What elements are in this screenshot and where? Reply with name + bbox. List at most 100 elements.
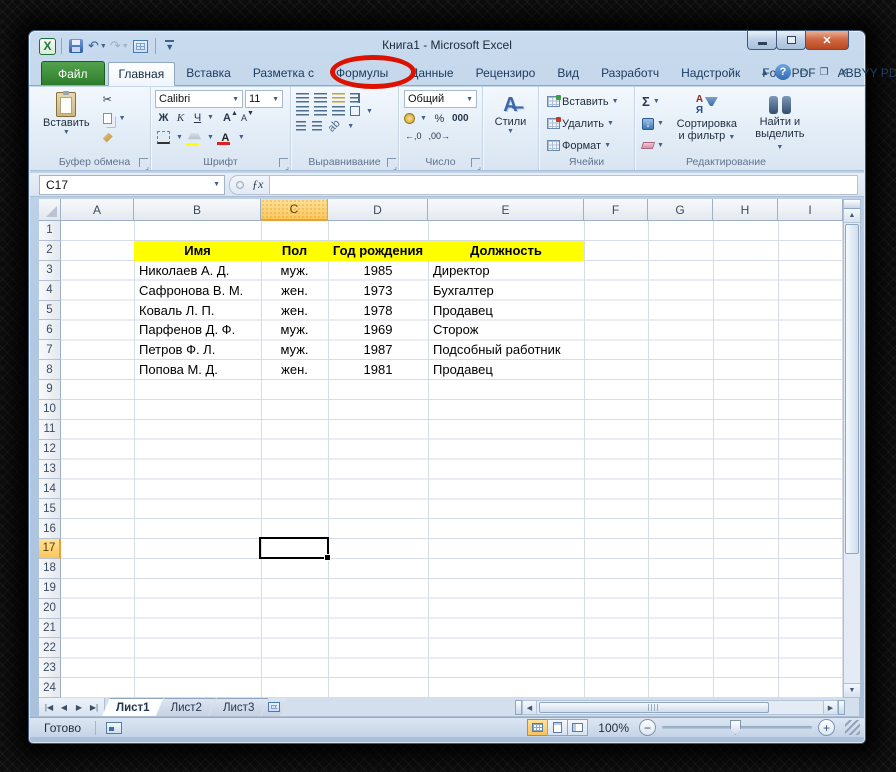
- percent-button[interactable]: %: [431, 110, 448, 127]
- italic-button[interactable]: К: [172, 109, 189, 126]
- decrease-indent-icon[interactable]: [296, 121, 306, 131]
- number-format-combo[interactable]: Общий ▼: [404, 90, 477, 108]
- styles-button[interactable]: A̶ Стили ▼: [483, 92, 538, 137]
- minimize-button[interactable]: [747, 31, 777, 50]
- scroll-right-icon[interactable]: ▶: [823, 700, 838, 715]
- row-header-cell[interactable]: 20: [39, 598, 61, 619]
- formula-bar-handle[interactable]: [236, 180, 244, 189]
- thousands-button[interactable]: 000: [452, 113, 469, 124]
- increase-indent-icon[interactable]: [312, 121, 322, 131]
- cell-name[interactable]: Парфенов Д. Ф.: [134, 320, 261, 340]
- close-button[interactable]: ✕: [805, 31, 849, 50]
- horizontal-scrollbar[interactable]: ◀ ▶: [515, 700, 845, 715]
- row-header-cell[interactable]: 6: [39, 320, 61, 341]
- cell-position[interactable]: Продавец: [428, 360, 584, 380]
- align-top-icon[interactable]: [296, 93, 309, 103]
- row-header-cell[interactable]: 3: [39, 260, 61, 281]
- column-header-cell[interactable]: E: [428, 199, 584, 221]
- help-icon[interactable]: ?: [775, 64, 791, 80]
- number-dialog-launcher[interactable]: [471, 158, 481, 171]
- ribbon-tab[interactable]: Рецензиро: [465, 61, 547, 85]
- sheet-tab[interactable]: Лист3: [209, 698, 268, 716]
- align-left-icon[interactable]: [296, 106, 309, 116]
- vertical-scroll-thumb[interactable]: [845, 224, 859, 554]
- column-header-cell[interactable]: F: [584, 199, 648, 221]
- align-center-icon[interactable]: [314, 106, 327, 116]
- row-header-cell[interactable]: 17: [39, 539, 61, 559]
- orientation-icon[interactable]: ab: [326, 117, 343, 134]
- name-box-caret[interactable]: ▼: [213, 181, 220, 188]
- ribbon-tab[interactable]: Формулы: [325, 61, 399, 85]
- minimize-ribbon-icon[interactable]: ▲: [760, 67, 769, 77]
- grow-font-button[interactable]: А ▲: [222, 109, 239, 126]
- row-header-cell[interactable]: 2: [39, 240, 61, 261]
- row-header-cell[interactable]: 22: [39, 638, 61, 659]
- table-header-cell[interactable]: Имя: [134, 241, 261, 261]
- cell-name[interactable]: Сафронова В. М.: [134, 281, 261, 301]
- cell-birth-year[interactable]: 1978: [328, 301, 428, 321]
- ribbon-tab[interactable]: Данные: [399, 61, 464, 85]
- first-sheet-icon[interactable]: |◀: [42, 703, 56, 712]
- ribbon-tab[interactable]: Вставка: [175, 61, 242, 85]
- font-color-button[interactable]: А: [216, 129, 234, 146]
- workbook-close-icon[interactable]: ✕: [837, 67, 851, 78]
- cell-name[interactable]: Николаев А. Д.: [134, 261, 261, 281]
- cell-birth-year[interactable]: 1987: [328, 340, 428, 360]
- select-all-corner[interactable]: [39, 199, 61, 221]
- cell-birth-year[interactable]: 1973: [328, 281, 428, 301]
- align-middle-icon[interactable]: [314, 93, 327, 103]
- workbook-minimize-icon[interactable]: ▭: [797, 67, 811, 78]
- cell-position[interactable]: Бухгалтер: [428, 281, 584, 301]
- cell-gender[interactable]: муж.: [261, 340, 328, 360]
- cut-button[interactable]: ✂: [100, 90, 129, 109]
- column-header-cell[interactable]: B: [134, 199, 261, 221]
- row-header-cell[interactable]: 21: [39, 618, 61, 639]
- column-header-cell[interactable]: H: [713, 199, 778, 221]
- row-header-cell[interactable]: 14: [39, 479, 61, 500]
- cell-birth-year[interactable]: 1981: [328, 360, 428, 380]
- vertical-split-handle[interactable]: [844, 200, 860, 209]
- ribbon-tab[interactable]: Надстройк: [670, 61, 751, 85]
- selected-cell-C17[interactable]: [259, 537, 331, 561]
- cells-area[interactable]: Имя Пол Год рождения Должность Николаев А. …: [61, 221, 843, 698]
- paste-dropdown-caret[interactable]: ▼: [63, 129, 70, 136]
- resize-grip[interactable]: [845, 720, 860, 735]
- wrap-text-icon[interactable]: [350, 93, 360, 103]
- find-select-button[interactable]: Найти и выделить ▼: [747, 92, 813, 156]
- cell-gender[interactable]: муж.: [261, 261, 328, 281]
- fill-button[interactable]: ↓ ▼: [639, 114, 667, 133]
- merge-caret[interactable]: ▼: [366, 108, 373, 115]
- tab-split-handle[interactable]: [515, 700, 522, 715]
- name-box[interactable]: C17 ▼: [39, 174, 225, 195]
- row-header-cell[interactable]: 19: [39, 578, 61, 599]
- row-header-cell[interactable]: 11: [39, 419, 61, 440]
- scroll-up-icon[interactable]: ▲: [844, 209, 860, 223]
- sort-filter-button[interactable]: АЯ Сортировка и фильтр ▼: [671, 92, 743, 156]
- row-header-cell[interactable]: 18: [39, 558, 61, 579]
- last-sheet-icon[interactable]: ▶|: [87, 703, 101, 712]
- sheet-tab[interactable]: Лист1: [102, 698, 164, 716]
- styles-caret[interactable]: ▼: [507, 128, 514, 135]
- table-header-cell[interactable]: Пол: [261, 241, 328, 261]
- shrink-font-button[interactable]: А ▼: [239, 109, 256, 126]
- tab-file[interactable]: Файл: [41, 61, 105, 85]
- ribbon-tab[interactable]: Разметка с: [242, 61, 325, 85]
- zoom-slider-thumb[interactable]: [730, 720, 741, 735]
- row-header-cell[interactable]: 9: [39, 380, 61, 400]
- row-header-cell[interactable]: 1: [39, 221, 61, 241]
- currency-icon[interactable]: [404, 113, 415, 124]
- row-header-cell[interactable]: 8: [39, 360, 61, 380]
- normal-view-button[interactable]: [527, 719, 549, 736]
- clipboard-dialog-launcher[interactable]: [139, 158, 149, 171]
- column-header-cell[interactable]: G: [648, 199, 713, 221]
- zoom-slider-track[interactable]: [662, 720, 812, 735]
- row-header-cell[interactable]: 16: [39, 519, 61, 539]
- cell-birth-year[interactable]: 1969: [328, 320, 428, 340]
- underline-caret[interactable]: ▼: [207, 114, 214, 121]
- format-cells-button[interactable]: Формат ▼: [544, 136, 629, 155]
- alignment-dialog-launcher[interactable]: [387, 158, 397, 171]
- font-name-combo[interactable]: Calibri ▼: [155, 90, 243, 108]
- clear-button[interactable]: ▼: [639, 136, 667, 155]
- font-dialog-launcher[interactable]: [279, 158, 289, 171]
- delete-cells-button[interactable]: Удалить ▼: [544, 114, 629, 133]
